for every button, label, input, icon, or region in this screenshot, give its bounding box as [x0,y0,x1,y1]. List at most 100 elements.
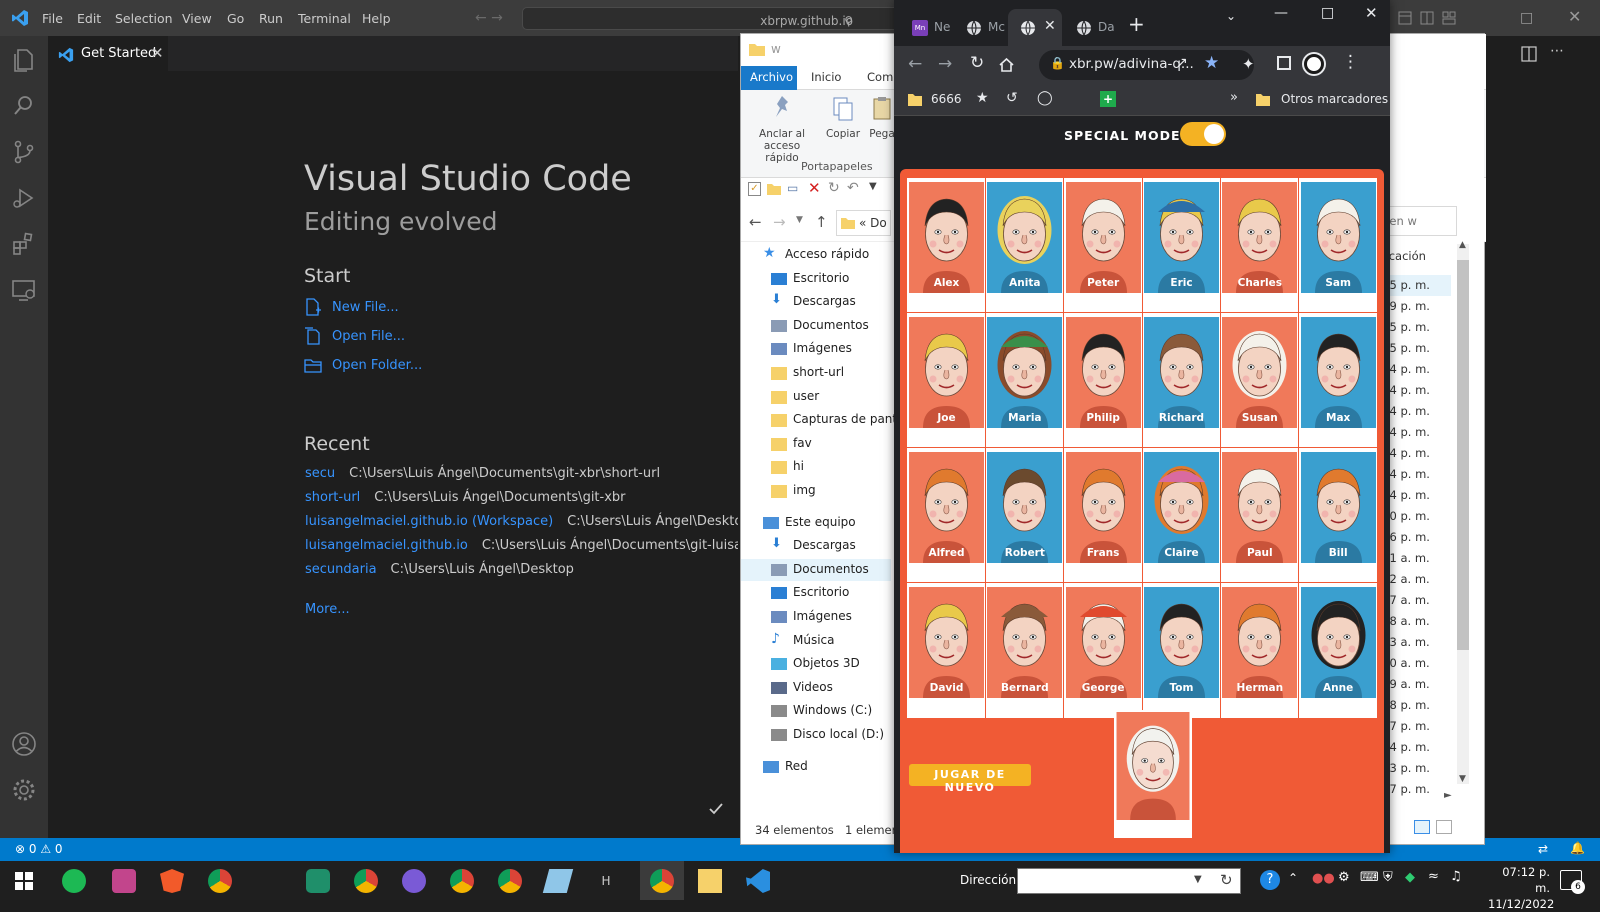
nav-item-user[interactable]: user [741,386,891,408]
defender-icon[interactable]: ⛨ [1383,870,1393,885]
character-card-robert[interactable]: Robert [987,452,1063,563]
menu-help[interactable]: Help [362,11,391,26]
menu-view[interactable]: View [182,11,212,26]
menu-go[interactable]: Go [227,11,244,26]
bookmark-6666[interactable]: 6666 [931,92,962,106]
chrome-tab[interactable]: Mn Ne [900,9,952,46]
more-recent-link[interactable]: More... [305,602,350,617]
chevron-down-icon[interactable]: ▼ [1194,874,1202,885]
star-bookmark-icon[interactable]: ★ [976,90,989,106]
chrome-icon[interactable] [498,869,522,893]
character-card-richard[interactable]: Richard [1144,317,1219,428]
nav-item-escritorio[interactable]: Escritorio [741,268,891,290]
scroll-up-arrow-icon[interactable]: ▲ [1459,240,1466,250]
back-arrow-icon[interactable]: ← [908,54,922,74]
character-card-herman[interactable]: Herman [1222,587,1298,698]
profile-avatar[interactable] [1304,54,1324,74]
properties-icon[interactable]: ✓ [748,182,761,196]
customize-layout-icon[interactable] [1442,11,1456,25]
explorer-files-icon[interactable] [10,46,38,74]
wifi-icon[interactable]: ≈ [1428,869,1439,884]
nav-item-hi[interactable]: hi [741,456,891,478]
file-explorer-icon[interactable] [698,869,722,893]
new-tab-plus-icon[interactable]: + [1128,14,1145,34]
address-toolbar-input[interactable]: ▼ ↻ [1017,868,1241,894]
app-icon[interactable] [112,869,136,893]
address-input[interactable]: « Do [836,210,891,236]
other-bookmarks[interactable]: Otros marcadores [1281,92,1388,106]
more-actions-icon[interactable]: ⋯ [1550,43,1564,59]
recent-item[interactable]: luisangelmaciel.github.io (Workspace) C:\… [305,514,738,529]
tab-search-chevron-icon[interactable]: ⌄ [1226,9,1236,23]
side-panel-icon[interactable] [1277,56,1291,70]
chrome-tab[interactable]: Mc [954,9,1008,46]
character-card-joe[interactable]: Joe [909,317,984,428]
minimize-icon[interactable]: — [1274,5,1288,21]
scroll-down-arrow-icon[interactable]: ▼ [1459,774,1466,784]
more-menu-icon[interactable]: ⋮ [1342,52,1359,72]
more-bookmarks-chevron-icon[interactable]: » [1230,90,1238,105]
extensions-puzzle-icon[interactable]: ✦ [1242,55,1255,73]
character-card-bernard[interactable]: Bernard [987,587,1063,698]
extensions-icon[interactable] [10,230,38,258]
home-icon[interactable] [998,56,1015,73]
sheets-bookmark-icon[interactable]: + [1100,91,1116,107]
tab-get-started[interactable]: Get Started ✕ [48,36,168,71]
tray-app-icon[interactable]: ⚙ [1338,870,1350,885]
nav-item-disco-local-d-[interactable]: Disco local (D:) [741,724,891,746]
brave-browser-icon[interactable] [160,869,184,893]
character-card-max[interactable]: Max [1300,317,1376,428]
nav-item-documentos[interactable]: Documentos [741,558,891,581]
refresh-icon[interactable]: ↻ [1220,871,1233,889]
run-debug-icon[interactable] [10,184,38,212]
show-welcome-checkbox-icon[interactable] [707,800,725,818]
layout-toggle-icon[interactable] [1398,11,1412,25]
notifications-bell-icon[interactable]: 🔔 [1570,841,1585,855]
recent-item[interactable]: secundaria C:\Users\Luis Ángel\Desktop [305,562,574,577]
character-card-eric[interactable]: Eric [1144,182,1219,293]
back-arrow-icon[interactable]: ← [749,213,762,231]
close-tab-icon[interactable]: ✕ [1044,18,1056,34]
nav-item-capturas-de-pantall[interactable]: Capturas de pantall [741,409,911,431]
maximize-icon[interactable]: □ [1321,5,1334,21]
character-card-anne[interactable]: Anne [1300,587,1376,698]
character-card-bill[interactable]: Bill [1300,452,1376,563]
search-icon[interactable] [10,92,38,120]
rename-icon[interactable]: ▭ [787,181,798,195]
nav-item-documentos[interactable]: Documentos [741,315,891,337]
share-icon[interactable]: ↗ [1176,55,1188,71]
character-card-alex[interactable]: Alex [909,182,984,293]
app-icon[interactable] [542,869,574,893]
help-icon[interactable]: ? [1260,870,1280,890]
reload-icon[interactable]: ↻ [970,53,984,73]
close-icon[interactable]: ✕ [151,44,164,62]
github-icon[interactable] [402,869,426,893]
character-card-philip[interactable]: Philip [1065,317,1141,428]
chrome-icon[interactable] [354,869,378,893]
chrome-icon[interactable] [650,869,674,893]
recent-item[interactable]: luisangelmaciel.github.io C:\Users\Luis Á… [305,538,738,553]
settings-gear-icon[interactable] [10,776,38,804]
chrome-icon[interactable] [450,869,474,893]
delete-icon[interactable]: ✕ [808,179,821,197]
menu-run[interactable]: Run [259,11,283,26]
new-folder-icon[interactable] [767,183,781,195]
app-h-icon[interactable]: H [594,869,618,893]
chrome-icon[interactable] [208,869,232,893]
character-card-david[interactable]: David [909,587,984,698]
forward-arrow-icon[interactable]: → [938,54,952,74]
problems-indicator[interactable]: ⊗ 0 ⚠ 0 [15,842,63,856]
nav-item-videos[interactable]: Videos [741,677,891,699]
recent-item[interactable]: secu C:\Users\Luis Ángel\Documents\git-xb… [305,466,660,481]
clock[interactable]: 07:12 p. m. 11/12/2022 [1488,864,1554,912]
character-card-charles[interactable]: Charles [1222,182,1298,293]
source-control-icon[interactable] [10,138,38,166]
command-center-search[interactable]: ⚲ xbrpw.github.io [522,7,902,30]
forward-arrow-icon[interactable]: → [773,213,786,231]
nav-item-escritorio[interactable]: Escritorio [741,582,891,604]
nav-item-imágenes[interactable]: Imágenes [741,606,891,628]
tray-app-icon[interactable]: ●● [1312,871,1335,886]
nav-item-img[interactable]: img [741,480,891,502]
character-card-george[interactable]: George [1065,587,1141,698]
up-arrow-icon[interactable]: ↑ [815,213,828,231]
